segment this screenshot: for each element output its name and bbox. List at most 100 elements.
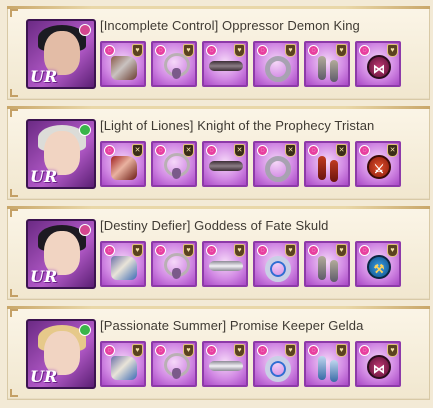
belt-icon [209,261,243,271]
set-effect-icon: ◌ [155,145,166,156]
locked-icon[interactable]: ♥ [387,244,398,257]
character-gear-list: UR [Incomplete Control] Oppressor Demon … [0,0,433,408]
ring-icon [265,256,291,282]
unlocked-icon[interactable]: ✕ [336,144,347,157]
unlocked-icon[interactable]: ✕ [234,144,245,157]
card-corner-ornament [10,89,18,97]
gear-slot[interactable]: ◌ ♥ [100,241,146,287]
character-portrait[interactable]: UR [26,119,96,189]
gear-slot[interactable]: ◌ ✕ [151,141,197,187]
gear-slot[interactable]: ◌ ♥ [253,341,299,387]
rune-icon: ⚔ [367,155,391,179]
card-corner-ornament [10,309,18,317]
character-card[interactable]: UR [Passionate Summer] Promise Keeper Ge… [7,306,430,400]
necklace-icon [164,53,190,79]
ring-icon [265,56,291,82]
locked-icon[interactable]: ♥ [234,44,245,57]
belt-icon [209,61,243,71]
gear-slot[interactable]: ◌ ✕ [202,141,248,187]
gear-slot[interactable]: ◌ ♥ [304,341,350,387]
gauntlet-icon [111,56,137,80]
character-card[interactable]: UR [Incomplete Control] Oppressor Demon … [7,6,430,100]
gauntlet-icon [111,356,137,380]
gear-slot[interactable]: ◌ ♥ [151,241,197,287]
gear-slot[interactable]: ◌ ✕ [253,141,299,187]
card-corner-ornament [10,289,18,297]
set-effect-icon: ◌ [308,245,319,256]
locked-icon[interactable]: ♥ [336,344,347,357]
locked-icon[interactable]: ♥ [234,344,245,357]
gear-slot[interactable]: ◌ ♥ [100,341,146,387]
attribute-gem-icon [79,324,91,336]
gear-slots: ◌ ✕ ◌ ✕ ◌ ✕ ◌ ✕ ◌ ✕ ◌ ✕ ⚔ [100,141,401,187]
ring-icon [265,156,291,182]
gear-slots: ◌ ♥ ◌ ♥ ◌ ♥ ◌ ♥ ◌ ♥ ◌ ♥ ⚒ [100,241,401,287]
set-effect-icon: ◌ [359,145,370,156]
locked-icon[interactable]: ♥ [387,44,398,57]
ring-icon [265,356,291,382]
set-effect-icon: ◌ [104,245,115,256]
gear-slot[interactable]: ◌ ♥ ⋈ [355,341,401,387]
unlocked-icon[interactable]: ✕ [132,144,143,157]
set-effect-icon: ◌ [359,345,370,356]
locked-icon[interactable]: ♥ [132,344,143,357]
gear-slots: ◌ ♥ ◌ ♥ ◌ ♥ ◌ ♥ ◌ ♥ ◌ ♥ ⋈ [100,41,401,87]
gear-slot[interactable]: ◌ ♥ [253,241,299,287]
rarity-badge: UR [30,67,58,86]
set-effect-icon: ◌ [155,245,166,256]
unlocked-icon[interactable]: ✕ [387,144,398,157]
gear-slot[interactable]: ◌ ♥ [202,41,248,87]
gear-slot[interactable]: ◌ ♥ ⚒ [355,241,401,287]
gear-slot[interactable]: ◌ ♥ [304,241,350,287]
set-effect-icon: ◌ [308,145,319,156]
necklace-icon [164,153,190,179]
gear-slot[interactable]: ◌ ✕ [304,141,350,187]
locked-icon[interactable]: ♥ [234,244,245,257]
character-portrait[interactable]: UR [26,19,96,89]
rune-icon: ⋈ [367,355,391,379]
gear-slot[interactable]: ◌ ✕ [100,141,146,187]
set-effect-icon: ◌ [257,45,268,56]
gauntlet-icon [111,256,137,280]
gear-slot[interactable]: ◌ ✕ ⚔ [355,141,401,187]
gear-slot[interactable]: ◌ ♥ [151,341,197,387]
locked-icon[interactable]: ♥ [132,244,143,257]
unlocked-icon[interactable]: ✕ [285,144,296,157]
locked-icon[interactable]: ♥ [285,344,296,357]
character-title: [Passionate Summer] Promise Keeper Gelda [100,318,364,333]
gear-slot[interactable]: ◌ ♥ ⋈ [355,41,401,87]
character-portrait[interactable]: UR [26,319,96,389]
locked-icon[interactable]: ♥ [132,44,143,57]
earring-icon [318,156,338,182]
set-effect-icon: ◌ [206,345,217,356]
card-corner-ornament [10,189,18,197]
locked-icon[interactable]: ♥ [336,244,347,257]
card-corner-ornament [10,389,18,397]
gear-slot[interactable]: ◌ ♥ [253,41,299,87]
gear-slot[interactable]: ◌ ♥ [304,41,350,87]
character-card[interactable]: UR [Light of Liones] Knight of the Proph… [7,106,430,200]
gear-slot[interactable]: ◌ ♥ [202,241,248,287]
attribute-gem-icon [79,224,91,236]
attribute-gem-icon [79,24,91,36]
character-portrait[interactable]: UR [26,219,96,289]
character-title: [Light of Liones] Knight of the Prophecy… [100,118,375,133]
set-effect-icon: ◌ [104,345,115,356]
necklace-icon [164,353,190,379]
character-card[interactable]: UR [Destiny Defier] Goddess of Fate Skul… [7,206,430,300]
locked-icon[interactable]: ♥ [285,244,296,257]
character-title: [Destiny Defier] Goddess of Fate Skuld [100,218,329,233]
gear-slot[interactable]: ◌ ♥ [100,41,146,87]
gear-slot[interactable]: ◌ ♥ [202,341,248,387]
rarity-badge: UR [30,367,58,386]
gear-slot[interactable]: ◌ ♥ [151,41,197,87]
locked-icon[interactable]: ♥ [336,44,347,57]
set-effect-icon: ◌ [257,345,268,356]
set-effect-icon: ◌ [155,45,166,56]
locked-icon[interactable]: ♥ [387,344,398,357]
earring-icon [318,56,338,82]
locked-icon[interactable]: ♥ [285,44,296,57]
set-effect-icon: ◌ [308,45,319,56]
rune-icon: ⚒ [367,255,391,279]
set-effect-icon: ◌ [359,245,370,256]
